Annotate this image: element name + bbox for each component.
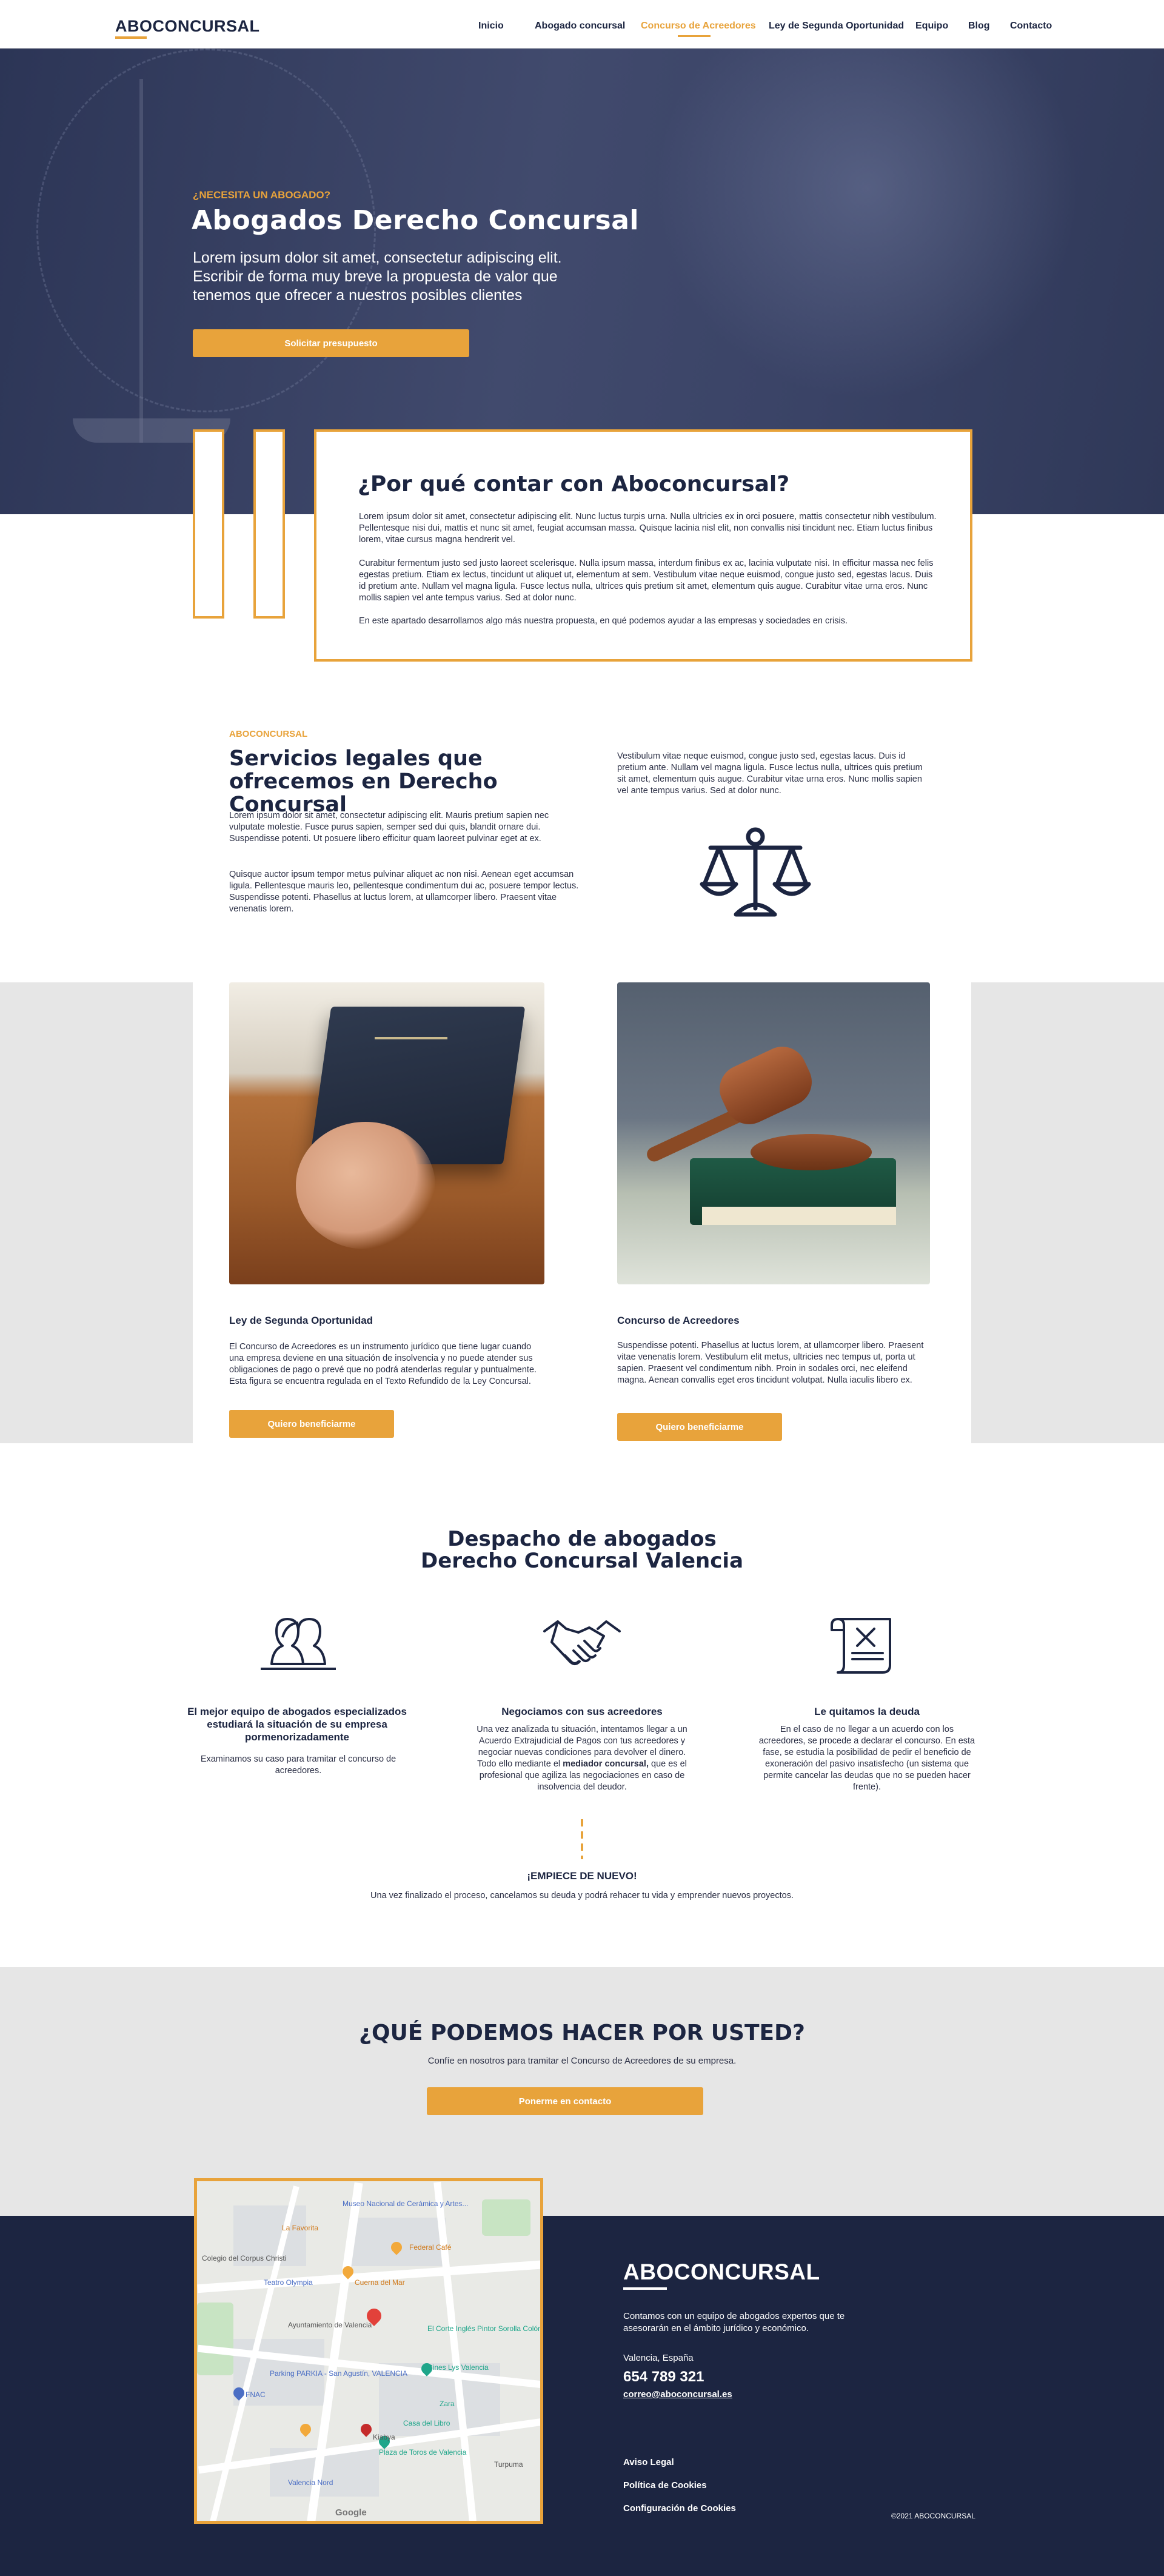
card-button-concurso-acreedores[interactable]: Quiero beneficiarme bbox=[617, 1413, 782, 1441]
why-us-paragraph-1: Lorem ipsum dolor sit amet, consectetur … bbox=[359, 512, 937, 545]
map-poi-pin bbox=[298, 2421, 313, 2437]
map-label: Plaza de Toros de Valencia bbox=[379, 2448, 467, 2457]
footer-copyright: ©2021 ABOCONCURSAL bbox=[891, 2512, 975, 2520]
footer-logo[interactable]: ABOCONCURSAL bbox=[623, 2259, 820, 2285]
footer-link-aviso-legal[interactable]: Aviso Legal bbox=[623, 2457, 674, 2467]
map-label: Ayuntamiento de Valencia bbox=[288, 2321, 372, 2329]
why-us-title: ¿Por qué contar con Aboconcursal? bbox=[358, 472, 790, 497]
google-logo: Google bbox=[335, 2507, 367, 2518]
hero-title: Abogados Derecho Concursal bbox=[192, 205, 639, 236]
nav-equipo[interactable]: Equipo bbox=[915, 21, 948, 32]
photo-gavel-block bbox=[751, 1134, 872, 1170]
why-us-paragraph-3: En este apartado desarrollamos algo más … bbox=[359, 616, 848, 626]
photo-book-pages bbox=[702, 1207, 896, 1225]
site-footer bbox=[0, 2216, 1164, 2576]
decorative-pillar-left bbox=[193, 429, 224, 619]
decorative-pillar-right bbox=[253, 429, 285, 619]
map-label: Museo Nacional de Cerámica y Artes... bbox=[343, 2199, 469, 2208]
nav-abogado-concursal[interactable]: Abogado concursal bbox=[535, 21, 625, 32]
map-label: Zara bbox=[440, 2400, 455, 2408]
card-button-segunda-oportunidad[interactable]: Quiero beneficiarme bbox=[229, 1410, 394, 1438]
despacho-title-line-2: Derecho Concursal Valencia bbox=[420, 1549, 744, 1573]
hero-subtitle: Lorem ipsum dolor sit amet, consectetur … bbox=[193, 249, 562, 304]
cta-title: ¿QUÉ PODEMOS HACER POR USTED? bbox=[359, 2021, 805, 2045]
map-label: Cuerna del Mar bbox=[355, 2278, 405, 2287]
map-poi-pin bbox=[358, 2421, 374, 2437]
site-logo[interactable]: ABOCONCURSAL bbox=[115, 17, 260, 36]
map-label: Parking PARKIA - San Agustín, VALENCIA bbox=[270, 2369, 407, 2378]
feature-text-debt: En el caso de no llegar a un acuerdo con… bbox=[758, 1725, 975, 1792]
nav-blog[interactable]: Blog bbox=[968, 21, 990, 32]
hero-eyebrow: ¿NECESITA UN ABOGADO? bbox=[193, 189, 330, 201]
restart-title: ¡EMPIECE DE NUEVO! bbox=[527, 1870, 637, 1882]
restart-text: Una vez finalizado el proceso, cancelamo… bbox=[370, 1891, 794, 1900]
hero-scale-post bbox=[139, 79, 143, 443]
map-label: Kiabya bbox=[373, 2433, 395, 2441]
footer-logo-underline bbox=[623, 2287, 667, 2290]
footer-location: Valencia, España bbox=[623, 2353, 694, 2363]
map-label: FNAC bbox=[246, 2390, 266, 2399]
dashed-connector bbox=[581, 1819, 583, 1859]
contact-button[interactable]: Ponerme en contacto bbox=[427, 2087, 703, 2115]
location-map[interactable]: Museo Nacional de Cerámica y Artes... La… bbox=[194, 2178, 543, 2524]
law-book-hand-photo bbox=[229, 982, 544, 1284]
map-park bbox=[482, 2199, 530, 2236]
footer-link-config-cookies[interactable]: Configuración de Cookies bbox=[623, 2503, 736, 2514]
logo-underline bbox=[115, 36, 147, 39]
despacho-title: Despacho de abogados Derecho Concursal V… bbox=[0, 1528, 1164, 1572]
nav-inicio[interactable]: Inicio bbox=[478, 21, 504, 32]
nav-concurso-acreedores[interactable]: Concurso de Acreedores bbox=[641, 21, 756, 32]
despacho-title-line-1: Despacho de abogados bbox=[447, 1527, 717, 1551]
card-title-concurso-acreedores: Concurso de Acreedores bbox=[617, 1315, 740, 1326]
map-label: Casa del Libro bbox=[403, 2419, 450, 2427]
footer-phone[interactable]: 654 789 321 bbox=[623, 2369, 704, 2386]
gavel-book-photo bbox=[617, 982, 930, 1284]
document-cancel-icon bbox=[831, 1618, 891, 1674]
photo-book-title-lines bbox=[375, 1037, 447, 1039]
site-header: ABOCONCURSAL Inicio Abogado concursal Co… bbox=[0, 0, 1164, 49]
scale-icon bbox=[700, 827, 811, 917]
map-label: Turpuma bbox=[494, 2460, 523, 2469]
map-label: Teatro Olympia bbox=[264, 2278, 313, 2287]
card-title-segunda-oportunidad: Ley de Segunda Oportunidad bbox=[229, 1315, 373, 1326]
services-right-paragraph: Vestibulum vitae neque euismod, congue j… bbox=[617, 751, 923, 796]
map-label: Valencia Nord bbox=[288, 2478, 333, 2487]
map-label: Federal Café bbox=[409, 2243, 452, 2252]
footer-email[interactable]: correo@aboconcursal.es bbox=[623, 2389, 732, 2400]
nav-contacto[interactable]: Contacto bbox=[1010, 21, 1052, 32]
card-text-segunda-oportunidad: El Concurso de Acreedores es un instrume… bbox=[229, 1342, 537, 1386]
services-paragraph-1: Lorem ipsum dolor sit amet, consectetur … bbox=[229, 811, 549, 844]
feature-title-debt: Le quitamos la deuda bbox=[814, 1706, 920, 1717]
card-text-concurso-acreedores: Suspendisse potenti. Phasellus at luctus… bbox=[617, 1341, 924, 1385]
team-icon bbox=[261, 1618, 336, 1670]
map-label: Colegio del Corpus Christi bbox=[202, 2254, 287, 2262]
map-label: Cines Lys Valencia bbox=[427, 2363, 489, 2372]
feature-text-team: Examinamos su caso para tramitar el conc… bbox=[200, 1754, 396, 1776]
feature-text-negotiate-bold: mediador concursal, bbox=[563, 1759, 649, 1769]
map-road bbox=[433, 2181, 477, 2521]
handshake-icon bbox=[543, 1620, 621, 1665]
feature-text-negotiate: Una vez analizada tu situación, intentam… bbox=[473, 1724, 691, 1793]
services-title: Servicios legales que ofrecemos en Derec… bbox=[229, 746, 498, 817]
map-label: La Favorita bbox=[282, 2224, 319, 2232]
feature-title-team: El mejor equipo de abogados especializad… bbox=[187, 1706, 407, 1743]
services-eyebrow: ABOCONCURSAL bbox=[229, 729, 308, 739]
feature-title-negotiate: Negociamos con sus acreedores bbox=[501, 1706, 663, 1717]
footer-about: Contamos con un equipo de abogados exper… bbox=[623, 2311, 845, 2333]
photo-hand bbox=[296, 1122, 435, 1249]
map-park bbox=[197, 2303, 233, 2375]
why-us-paragraph-2: Curabitur fermentum justo sed justo laor… bbox=[359, 558, 934, 603]
request-quote-button[interactable]: Solicitar presupuesto bbox=[193, 329, 469, 357]
nav-ley-segunda-oportunidad[interactable]: Ley de Segunda Oportunidad bbox=[769, 21, 904, 32]
footer-link-politica-cookies[interactable]: Política de Cookies bbox=[623, 2480, 707, 2490]
map-label: El Corte Inglés Pintor Sorolla Colón Edi… bbox=[427, 2324, 542, 2333]
cta-text: Confíe en nosotros para tramitar el Conc… bbox=[427, 2056, 737, 2066]
services-paragraph-2: Quisque auctor ipsum tempor metus pulvin… bbox=[229, 870, 579, 914]
nav-active-indicator bbox=[678, 35, 711, 37]
